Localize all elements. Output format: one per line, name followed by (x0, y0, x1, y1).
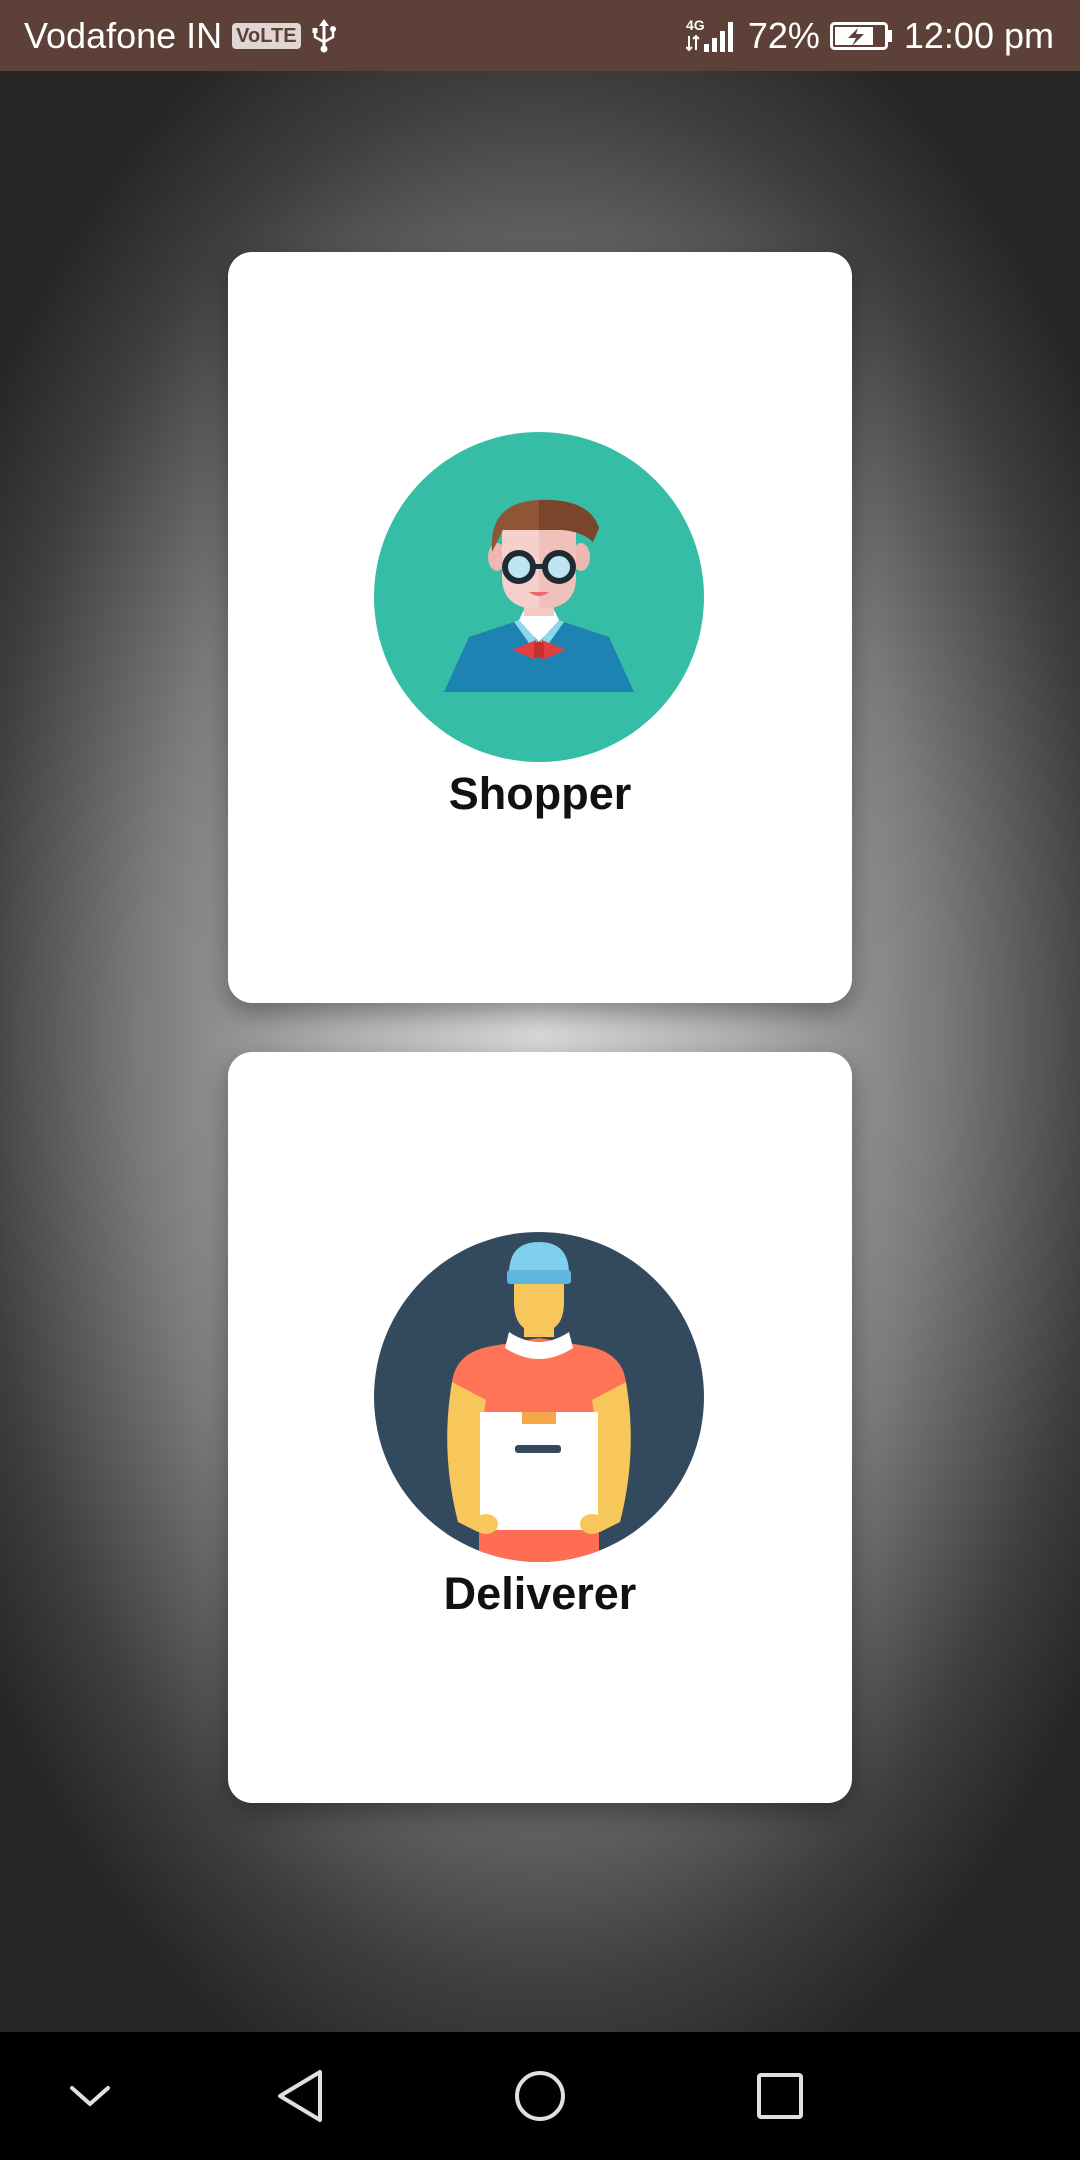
carrier-name: Vodafone IN (24, 14, 223, 56)
clock: 12:00 pm (903, 14, 1054, 56)
back-icon[interactable] (260, 2056, 340, 2136)
battery-charging-icon (829, 20, 894, 52)
volte-icon: VoLTE (232, 22, 301, 49)
deliverer-label: Deliverer (443, 1568, 637, 1619)
network-type-label: 4G (686, 17, 705, 33)
status-left: Vodafone IN VoLTE (24, 0, 337, 71)
home-icon[interactable] (500, 2056, 580, 2136)
usb-icon (311, 18, 337, 53)
status-bar: Vodafone IN VoLTE 4G 72% 12:00 pm (0, 0, 1080, 71)
deliverer-avatar-icon (374, 1232, 704, 1562)
navigation-bar (0, 2032, 1080, 2160)
shopper-avatar-icon (374, 432, 704, 762)
battery-percent: 72% (747, 14, 820, 56)
shopper-card[interactable]: Shopper (228, 252, 852, 1003)
signal-icon: 4G (685, 16, 738, 56)
role-selection-screen: Vodafone IN VoLTE 4G 72% 12:00 pm Shoppe… (0, 0, 1080, 2160)
collapse-chevron-icon[interactable] (50, 2056, 130, 2136)
shopper-label: Shopper (448, 768, 632, 819)
deliverer-card[interactable]: Deliverer (228, 1052, 852, 1803)
status-right: 4G 72% 12:00 pm (685, 0, 1054, 71)
recents-icon[interactable] (740, 2056, 820, 2136)
